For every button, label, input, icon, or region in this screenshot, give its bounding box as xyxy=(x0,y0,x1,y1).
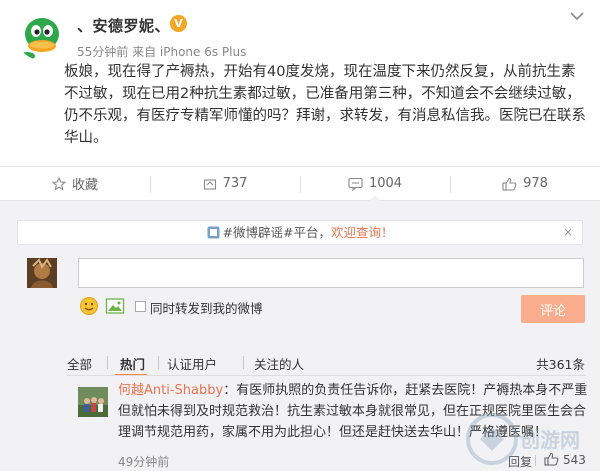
comment-count: 1004 xyxy=(368,176,403,191)
my-avatar[interactable] xyxy=(27,258,57,288)
weibo-post: 、安德罗妮、 V 55分钟前 来自 iPhone 6s Plus 板娘，现在得了… xyxy=(0,0,600,166)
comment-input[interactable] xyxy=(78,258,584,288)
filter-divider xyxy=(243,356,244,369)
thumbs-up-icon xyxy=(502,177,517,191)
comment-filter-bar: 全部 热门 认证用户 关注的人 共361条 xyxy=(67,354,585,376)
repost-icon xyxy=(203,178,216,190)
like-count: 978 xyxy=(523,176,548,191)
divider xyxy=(67,375,585,376)
repost-count: 737 xyxy=(222,176,248,191)
close-icon[interactable]: × xyxy=(563,221,573,244)
post-meta[interactable]: 55分钟前 来自 iPhone 6s Plus xyxy=(77,43,246,60)
rumor-notice: #微博辟谣#平台，欢迎查询！ × xyxy=(17,220,583,245)
action-bar: 收藏 737 1004 978 xyxy=(0,166,600,201)
post-text: 板娘，现在得了产褥热，开始有40度发烧，现在温度下来仍然反复，从前抗生素不过敏，… xyxy=(64,64,586,146)
commenter-avatar[interactable] xyxy=(78,387,108,417)
image-icon[interactable] xyxy=(105,296,125,316)
tab-following[interactable]: 关注的人 xyxy=(254,354,304,373)
notice-link[interactable]: 欢迎查询！ xyxy=(331,225,394,240)
rumor-platform-icon xyxy=(207,226,220,239)
comment-text: 何越Anti-Shabby：有医师执照的负责任告诉你，赶紧去医院！产褥热本身不严… xyxy=(118,380,588,443)
submit-comment-button[interactable]: 评论 xyxy=(521,295,585,323)
filter-divider xyxy=(107,356,108,369)
comment-time: 49分钟前 xyxy=(118,455,170,469)
favorite-button[interactable]: 收藏 xyxy=(0,167,150,200)
tab-all[interactable]: 全部 xyxy=(67,354,92,373)
commenter-name[interactable]: 何越Anti-Shabby xyxy=(118,383,223,398)
comment-like-count: 543 xyxy=(563,453,586,467)
repost-checkbox[interactable] xyxy=(135,301,146,312)
comment-icon xyxy=(348,177,363,191)
chevron-down-icon[interactable] xyxy=(569,11,585,21)
comment-button[interactable]: 1004 xyxy=(300,167,450,201)
emoji-icon[interactable] xyxy=(79,296,99,316)
notice-text: #微博辟谣#平台， xyxy=(222,225,331,240)
repost-button[interactable]: 737 xyxy=(150,167,300,200)
filter-divider xyxy=(158,356,159,369)
thumbs-up-icon[interactable] xyxy=(544,452,559,466)
duck-avatar-icon[interactable] xyxy=(17,12,65,60)
comment-total-count: 共361条 xyxy=(536,357,585,372)
action-divider xyxy=(535,455,536,466)
verified-badge: V xyxy=(170,15,187,32)
favorite-label: 收藏 xyxy=(71,178,98,193)
reply-button[interactable]: 回复 xyxy=(508,453,532,470)
tab-verified-users[interactable]: 认证用户 xyxy=(167,354,217,373)
user-name[interactable]: 、安德罗妮、 xyxy=(77,15,170,36)
comments-panel: #微博辟谣#平台，欢迎查询！ × 同时转发到我的微博 评论 全部 热门 认证用户… xyxy=(0,201,600,471)
repost-checkbox-label[interactable]: 同时转发到我的微博 xyxy=(150,298,263,317)
star-icon xyxy=(51,176,66,191)
tab-hot[interactable]: 热门 xyxy=(120,354,145,373)
like-button[interactable]: 978 xyxy=(450,167,600,200)
